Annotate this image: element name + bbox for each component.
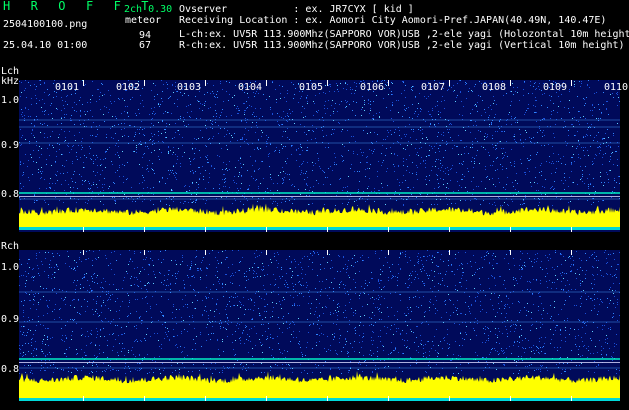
rch-time-tick — [327, 250, 328, 255]
lch-time-tick — [449, 80, 450, 86]
rch-level-base — [19, 398, 620, 401]
rch-bottom-tick — [144, 396, 145, 401]
lch-bottom-tick — [388, 227, 389, 232]
rch-y-tick-label: 0.8 — [1, 364, 20, 375]
rch-waterfall — [19, 250, 620, 401]
lch-time-tick — [205, 80, 206, 86]
time-label: 0102 — [116, 82, 141, 93]
lch-waterfall — [19, 80, 620, 232]
rch-bottom-tick — [510, 396, 511, 401]
lch-waterfall-canvas — [19, 80, 620, 230]
lch-bottom-tick — [205, 227, 206, 232]
mode-label: meteor — [125, 15, 162, 26]
rch-time-tick — [510, 250, 511, 255]
rch-bottom-tick — [327, 396, 328, 401]
rch-bottom-tick — [83, 396, 84, 401]
lch-bottom-tick — [327, 227, 328, 232]
lch-bottom-tick — [449, 227, 450, 232]
time-label: 0108 — [482, 82, 507, 93]
lch-y-tick-label: 1.0 — [1, 95, 20, 106]
filename-label: 2504100100.png — [3, 19, 88, 30]
time-label: 0101 — [55, 82, 80, 93]
lch-y-tick-label: 0.9 — [1, 140, 20, 151]
lch-time-tick — [510, 80, 511, 86]
rch-bottom-tick — [571, 396, 572, 401]
lch-bottom-tick — [571, 227, 572, 232]
rch-label: Rch — [1, 241, 20, 252]
rch-time-tick — [571, 250, 572, 255]
rch-time-tick — [205, 250, 206, 255]
time-label: 0109 — [543, 82, 568, 93]
rch-waterfall-canvas — [19, 250, 620, 401]
lch-carrier-line — [19, 192, 620, 194]
lch-bottom-tick — [510, 227, 511, 232]
version-label: 2ch 0.30 — [124, 4, 173, 15]
time-label: 0107 — [421, 82, 446, 93]
lch-level-bars — [19, 203, 620, 230]
lch-time-tick — [327, 80, 328, 86]
rch-carrier-line — [19, 358, 620, 360]
rch-level-bars — [19, 370, 620, 401]
lch-time-tick — [266, 80, 267, 86]
lch-time-tick — [144, 80, 145, 86]
lch-bottom-tick — [266, 227, 267, 232]
rch-y-tick-label: 1.0 — [1, 262, 20, 273]
rch-reference-line — [19, 362, 620, 363]
rch-bottom-tick — [205, 396, 206, 401]
lch-info-line: L-ch:ex. UV5R 113.900Mhz(SAPPORO VOR)USB… — [179, 29, 629, 40]
lch-time-tick — [388, 80, 389, 86]
time-label: 0103 — [177, 82, 202, 93]
lch-bottom-tick — [144, 227, 145, 232]
time-label: 0104 — [238, 82, 263, 93]
rch-time-tick — [449, 250, 450, 255]
rch-count: 67 — [139, 40, 152, 51]
rch-bottom-tick — [266, 396, 267, 401]
rch-bottom-tick — [388, 396, 389, 401]
rch-time-tick — [83, 250, 84, 255]
rch-bottom-tick — [449, 396, 450, 401]
datetime-label: 25.04.10 01:00 — [3, 40, 88, 51]
rch-time-tick — [388, 250, 389, 255]
lch-y-tick-label: 0.8 — [1, 189, 20, 200]
rch-y-tick-label: 0.9 — [1, 314, 20, 325]
time-label: 0105 — [299, 82, 324, 93]
khz-label: kHz — [1, 76, 20, 87]
lch-reference-line — [19, 196, 620, 197]
time-label: 0110 — [604, 82, 629, 93]
rch-noise — [19, 250, 620, 374]
location-line: Receiving Location : ex. Aomori City Aom… — [179, 15, 607, 26]
lch-level-base — [19, 227, 620, 230]
rch-info-line: R-ch:ex. UV5R 113.900Mhz(SAPPORO VOR)USB… — [179, 40, 625, 51]
rch-time-tick — [266, 250, 267, 255]
lch-time-tick — [571, 80, 572, 86]
rch-time-tick — [144, 250, 145, 255]
time-label: 0106 — [360, 82, 385, 93]
lch-bottom-tick — [83, 227, 84, 232]
lch-time-tick — [83, 80, 84, 86]
observer-line: Ovserver : ex. JR7CYX [ kid ] — [179, 4, 414, 15]
